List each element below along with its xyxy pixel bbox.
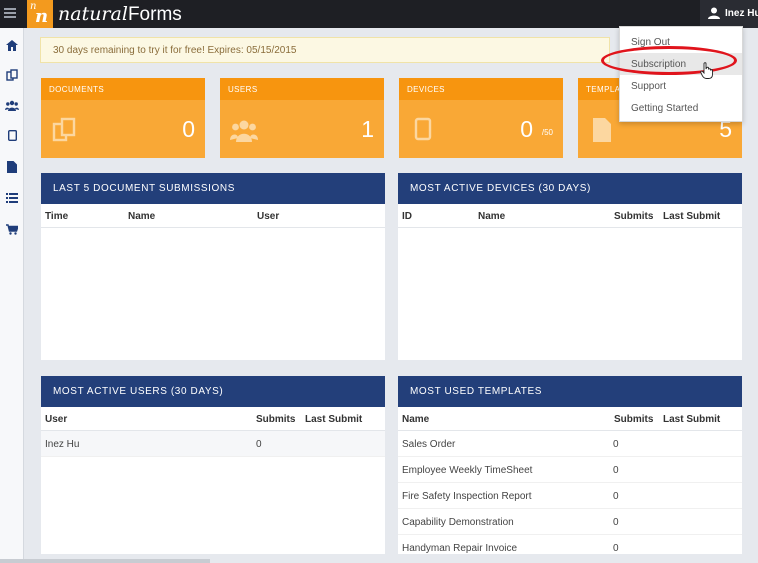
submits-cell: 0 [613,517,619,528]
users-card[interactable]: USERS 1 [220,78,384,158]
column-header-user[interactable]: User [257,211,279,222]
used-templates-panel: MOST USED TEMPLATES Name Submits Last Su… [398,376,742,554]
menu-item-label: Getting Started [631,103,699,114]
tablet-icon [414,117,432,141]
panel-header: LAST 5 DOCUMENT SUBMISSIONS [41,173,385,204]
user-icon [708,7,720,19]
sidebar [0,28,24,563]
submits-cell: 0 [613,491,619,502]
table-row[interactable]: Inez Hu 0 [41,431,385,457]
card-value: 1 [361,116,374,142]
column-header-submits[interactable]: Submits [614,211,653,222]
table-header: User Submits Last Submit [41,407,385,431]
card-value: 0 [520,116,533,142]
submits-cell: 0 [256,439,262,450]
panel-header: MOST USED TEMPLATES [398,376,742,407]
column-header-last-submit[interactable]: Last Submit [663,414,720,425]
card-header: USERS [220,78,384,100]
column-header-last-submit[interactable]: Last Submit [305,414,362,425]
submits-cell: 0 [613,465,619,476]
column-header-name[interactable]: Name [478,211,505,222]
table-header: Time Name User [41,204,385,228]
table-header: ID Name Submits Last Submit [398,204,742,228]
table-row[interactable]: Handyman Repair Invoice 0 [398,535,742,554]
menu-icon[interactable] [4,8,16,18]
column-header-submits[interactable]: Submits [614,414,653,425]
card-header: DEVICES [399,78,563,100]
template-name-cell: Capability Demonstration [402,517,514,528]
menu-item-getting-started[interactable]: Getting Started [620,97,742,119]
user-name-cell: Inez Hu [45,439,80,450]
documents-card[interactable]: DOCUMENTS 0 [41,78,205,158]
panel-header: MOST ACTIVE USERS (30 DAYS) [41,376,385,407]
column-header-submits[interactable]: Submits [256,414,295,425]
template-name-cell: Fire Safety Inspection Report [402,491,532,502]
users-icon[interactable] [5,98,19,112]
menu-item-support[interactable]: Support [620,75,742,97]
logo-word-natural: natural [58,3,128,25]
table-header: Name Submits Last Submit [398,407,742,431]
logo-word-forms: Forms [127,4,182,25]
panel-title: MOST ACTIVE USERS (30 DAYS) [53,386,224,397]
table-row[interactable]: Fire Safety Inspection Report 0 [398,483,742,509]
horizontal-scrollbar[interactable] [0,559,210,563]
column-header-name[interactable]: Name [128,211,155,222]
active-devices-panel: MOST ACTIVE DEVICES (30 DAYS) ID Name Su… [398,173,742,360]
table-row[interactable]: Capability Demonstration 0 [398,509,742,535]
panel-header: MOST ACTIVE DEVICES (30 DAYS) [398,173,742,204]
last-submissions-panel: LAST 5 DOCUMENT SUBMISSIONS Time Name Us… [41,173,385,360]
panel-title: LAST 5 DOCUMENT SUBMISSIONS [53,183,235,194]
card-label: DEVICES [407,85,445,94]
template-name-cell: Employee Weekly TimeSheet [402,465,533,476]
column-header-time[interactable]: Time [45,211,68,222]
card-header: DOCUMENTS [41,78,205,100]
submits-cell: 0 [613,543,619,554]
tablet-icon[interactable] [5,128,19,142]
panel-title: MOST ACTIVE DEVICES (30 DAYS) [410,183,591,194]
card-label: DOCUMENTS [49,85,105,94]
panel-title: MOST USED TEMPLATES [410,386,542,397]
documents-icon [52,117,76,142]
column-header-id[interactable]: ID [402,211,412,222]
column-header-user[interactable]: User [45,414,67,425]
column-header-last-submit[interactable]: Last Submit [663,211,720,222]
user-menu-toggle[interactable]: Inez Hu [700,0,758,28]
logo-mark-letter: n [35,6,49,27]
cart-icon[interactable] [5,222,19,236]
template-name-cell: Sales Order [402,439,456,450]
top-bar: n n naturalForms Inez Hu [0,0,758,28]
card-value: 0 [182,116,195,142]
user-name: Inez Hu [725,8,758,19]
app-logo[interactable]: naturalForms [58,3,182,27]
table-row[interactable]: Employee Weekly TimeSheet 0 [398,457,742,483]
card-label: USERS [228,85,258,94]
documents-icon[interactable] [5,68,19,82]
hand-cursor-icon [700,62,713,79]
active-users-panel: MOST ACTIVE USERS (30 DAYS) User Submits… [41,376,385,554]
file-icon[interactable] [5,160,19,174]
list-icon[interactable] [5,191,19,205]
template-name-cell: Handyman Repair Invoice [402,543,518,554]
file-icon [593,118,611,142]
users-icon [230,120,258,142]
table-row[interactable]: Sales Order 0 [398,431,742,457]
logo-mark[interactable]: n n [27,0,53,28]
trial-banner: 30 days remaining to try it for free! Ex… [40,37,610,63]
trial-banner-text: 30 days remaining to try it for free! Ex… [53,45,297,56]
submits-cell: 0 [613,439,619,450]
home-icon[interactable] [5,38,19,52]
menu-item-label: Support [631,81,667,92]
devices-card[interactable]: DEVICES 0 /50 [399,78,563,158]
highlight-ellipse [601,46,737,75]
column-header-name[interactable]: Name [402,414,429,425]
card-value-suffix: /50 [541,128,553,137]
